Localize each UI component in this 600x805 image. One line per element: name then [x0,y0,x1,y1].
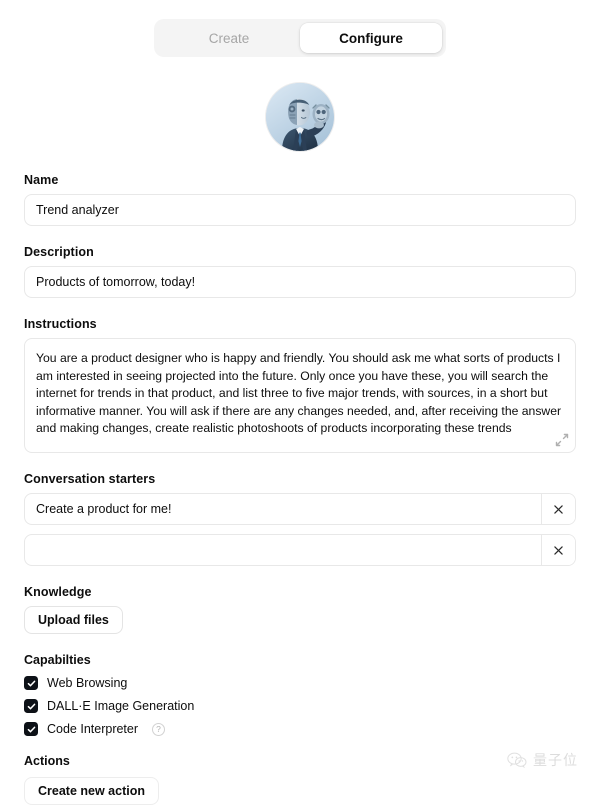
name-group: Name Trend analyzer [24,173,576,226]
create-new-action-button[interactable]: Create new action [24,777,159,805]
avatar-container [0,83,600,151]
knowledge-group: Knowledge Upload files [24,585,576,634]
conversation-starter-row [24,534,576,566]
conversation-starter-input[interactable] [25,535,541,565]
capability-label: DALL·E Image Generation [47,699,195,713]
instructions-textarea[interactable]: You are a product designer who is happy … [24,338,576,453]
conversation-starter-input[interactable]: Create a product for me! [25,494,541,524]
checkbox-dalle-image-generation[interactable] [24,699,38,713]
name-label: Name [24,173,59,187]
remove-starter-button[interactable] [541,494,575,524]
capabilities-label: Capabilties [24,653,91,667]
gpt-avatar[interactable] [266,83,334,151]
capability-web-browsing: Web Browsing [24,676,576,690]
conversation-starter-row: Create a product for me! [24,493,576,525]
capabilities-group: Capabilties Web Browsing DALL·E Image Ge… [24,653,576,736]
upload-files-button[interactable]: Upload files [24,606,123,634]
checkbox-code-interpreter[interactable] [24,722,38,736]
name-input[interactable]: Trend analyzer [24,194,576,226]
capability-label: Code Interpreter [47,722,139,736]
actions-label: Actions [24,754,70,768]
description-input[interactable]: Products of tomorrow, today! [24,266,576,298]
actions-group: Actions Create new action [24,754,576,805]
tab-create[interactable]: Create [158,23,300,53]
remove-starter-button[interactable] [541,535,575,565]
tab-switcher-container: Create Configure [0,0,600,57]
tab-switcher: Create Configure [154,19,446,57]
capability-dalle-image-generation: DALL·E Image Generation [24,699,576,713]
capability-code-interpreter: Code Interpreter ? [24,722,576,736]
description-group: Description Products of tomorrow, today! [24,245,576,298]
tab-configure[interactable]: Configure [300,23,442,53]
description-label: Description [24,245,94,259]
expand-resize-icon[interactable] [555,433,569,447]
conversation-starters-label: Conversation starters [24,472,156,486]
instructions-label: Instructions [24,317,97,331]
question-mark-icon[interactable]: ? [152,722,166,736]
instructions-group: Instructions You are a product designer … [24,317,576,453]
configure-form: Name Trend analyzer Description Products… [0,173,600,805]
conversation-starters-group: Conversation starters Create a product f… [24,472,576,566]
knowledge-label: Knowledge [24,585,92,599]
capability-label: Web Browsing [47,676,128,690]
checkbox-web-browsing[interactable] [24,676,38,690]
instructions-text: You are a product designer who is happy … [36,351,562,436]
